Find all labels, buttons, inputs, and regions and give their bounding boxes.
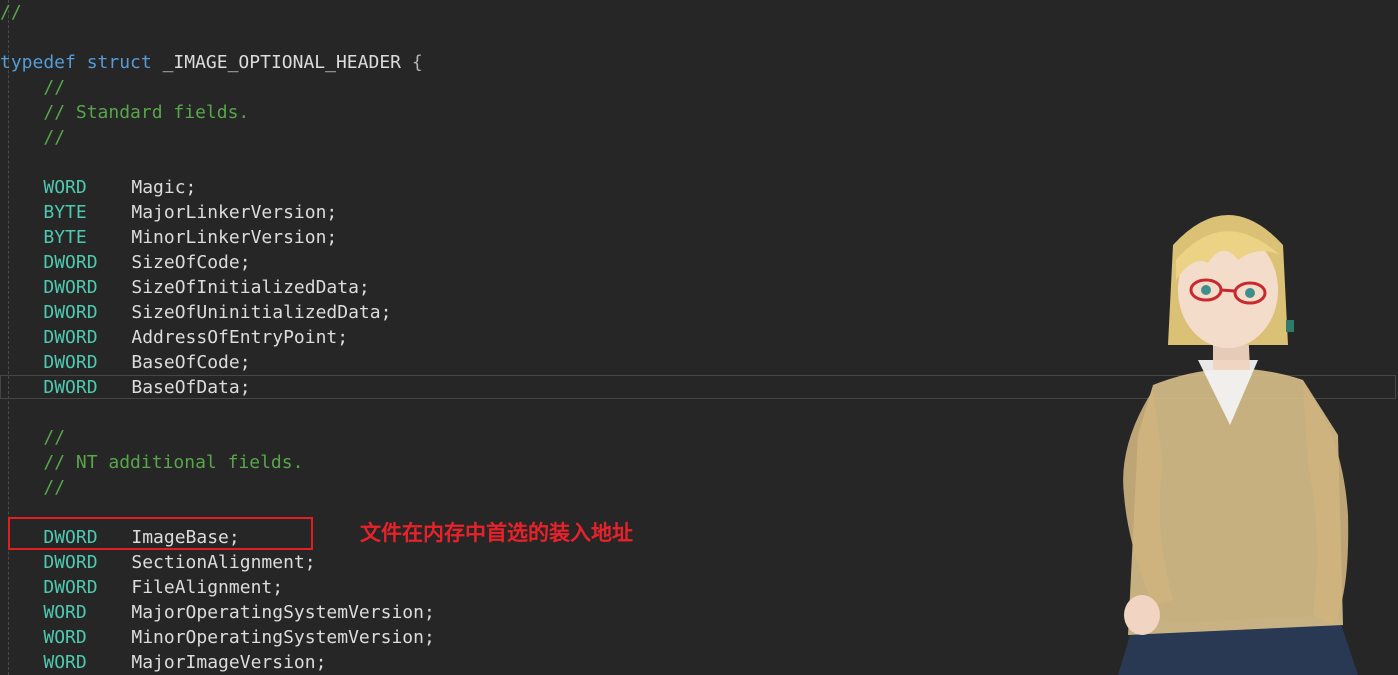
- field-type: WORD: [43, 652, 87, 673]
- code-line: typedef struct _IMAGE_OPTIONAL_HEADER {: [0, 50, 1398, 75]
- field-name: SizeOfInitializedData;: [131, 277, 370, 298]
- typedef-keyword: typedef: [0, 52, 76, 73]
- field-type: DWORD: [43, 352, 98, 373]
- field-type: BYTE: [43, 202, 87, 223]
- field-type: WORD: [43, 602, 87, 623]
- field-name: BaseOfCode;: [131, 352, 251, 373]
- field-type: WORD: [43, 627, 87, 648]
- field-type: BYTE: [43, 227, 87, 248]
- field-name: FileAlignment;: [131, 577, 284, 598]
- field-type: DWORD: [43, 377, 98, 398]
- field-name: MajorOperatingSystemVersion;: [131, 602, 435, 623]
- field-type: DWORD: [43, 577, 98, 598]
- open-brace: {: [411, 52, 423, 73]
- field-name: MinorLinkerVersion;: [131, 227, 338, 248]
- field-type: DWORD: [43, 327, 98, 348]
- field-name: MinorOperatingSystemVersion;: [131, 627, 435, 648]
- code-line: //: [0, 0, 1398, 25]
- field-name: MajorImageVersion;: [131, 652, 327, 673]
- image-base-annotation: 文件在内存中首选的装入地址: [360, 521, 633, 545]
- field-name: Magic;: [131, 177, 197, 198]
- code-comment: // Standard fields.: [43, 102, 250, 123]
- code-comment: // NT additional fields.: [43, 452, 304, 473]
- code-comment: //: [0, 2, 22, 23]
- code-line: //: [0, 75, 1398, 100]
- field-type: DWORD: [43, 552, 98, 573]
- field-type: DWORD: [43, 277, 98, 298]
- field-name: BaseOfData;: [131, 377, 251, 398]
- field-name: AddressOfEntryPoint;: [131, 327, 349, 348]
- code-editor[interactable]: //typedef struct _IMAGE_OPTIONAL_HEADER …: [0, 0, 1398, 675]
- field-name: SizeOfCode;: [131, 252, 251, 273]
- field-name: MajorLinkerVersion;: [131, 202, 338, 223]
- code-line: //: [0, 125, 1398, 150]
- code-comment: //: [43, 477, 66, 498]
- field-type: DWORD: [43, 252, 98, 273]
- code-comment: //: [43, 77, 66, 98]
- struct-keyword: struct: [86, 52, 152, 73]
- field-type: WORD: [43, 177, 87, 198]
- code-line: // Standard fields.: [0, 100, 1398, 125]
- field-name: SizeOfUninitializedData;: [131, 302, 392, 323]
- image-base-highlight-box: [8, 517, 313, 550]
- code-comment: //: [43, 427, 66, 448]
- anime-character-wallpaper-icon: [1058, 185, 1398, 675]
- code-comment: //: [43, 127, 66, 148]
- field-name: SectionAlignment;: [131, 552, 316, 573]
- struct-name: _IMAGE_OPTIONAL_HEADER: [162, 52, 401, 73]
- field-type: DWORD: [43, 302, 98, 323]
